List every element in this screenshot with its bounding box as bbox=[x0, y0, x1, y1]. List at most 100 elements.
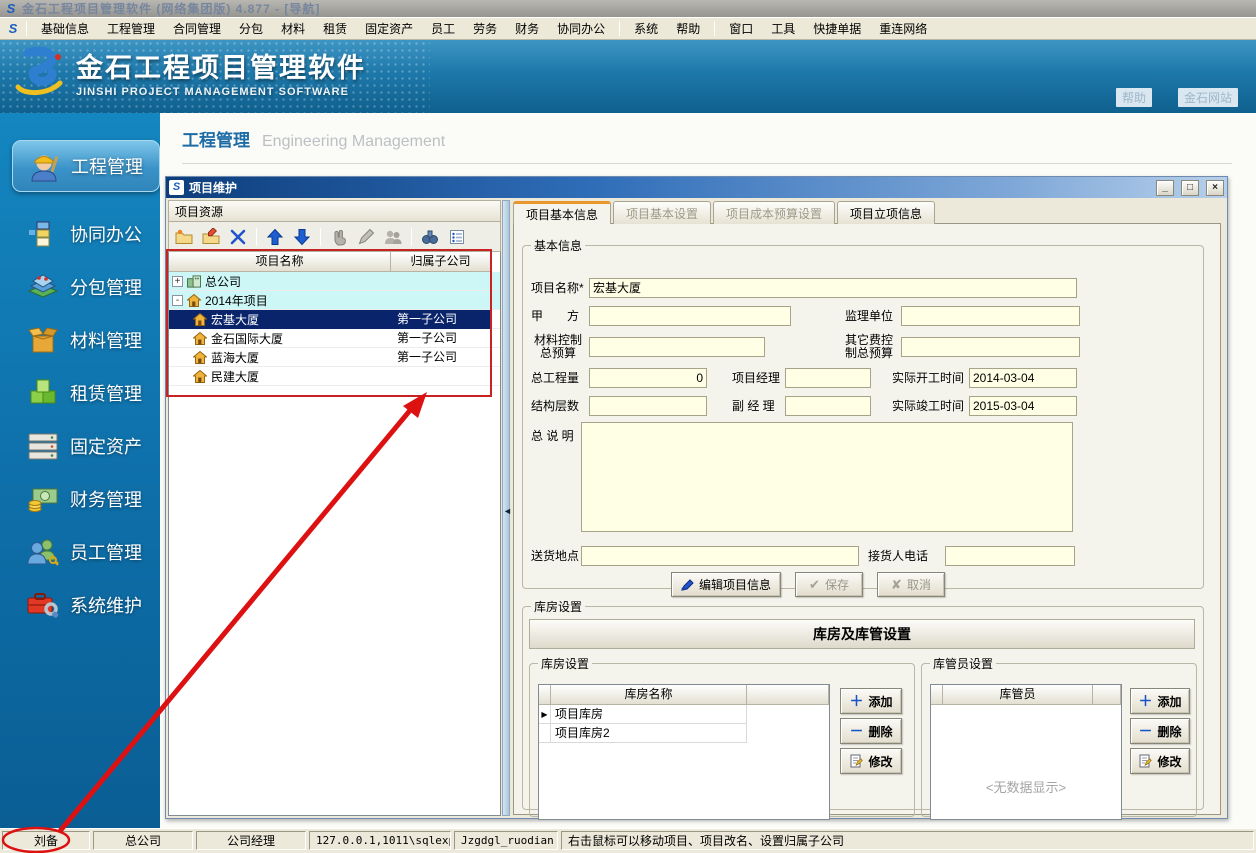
project-name-input[interactable]: 宏基大厦 bbox=[589, 278, 1077, 298]
menu-labor[interactable]: 劳务 bbox=[465, 18, 505, 39]
tab-cost-budget-settings[interactable]: 项目成本预算设置 bbox=[713, 201, 835, 224]
find-button[interactable] bbox=[419, 226, 441, 248]
menu-finance[interactable]: 财务 bbox=[507, 18, 547, 39]
minus-icon: － bbox=[849, 725, 863, 737]
status-current-user: 刘备 bbox=[2, 831, 90, 850]
tab-project-approval-info[interactable]: 项目立项信息 bbox=[837, 201, 935, 224]
dialog-titlebar[interactable]: S 项目维护 _ □ × bbox=[166, 177, 1227, 198]
menu-reconnect[interactable]: 重连网络 bbox=[871, 18, 935, 39]
storekeeper-add-button[interactable]: ＋添加 bbox=[1130, 688, 1190, 714]
panel-splitter[interactable]: ◄ bbox=[502, 200, 510, 816]
dialog-maximize-button[interactable]: □ bbox=[1181, 180, 1199, 196]
receiver-phone-input[interactable] bbox=[945, 546, 1075, 566]
banner-website-link[interactable]: 金石网站 bbox=[1178, 88, 1238, 107]
edit-project-button[interactable]: 编辑项目信息 bbox=[671, 572, 781, 597]
storeroom-column-header[interactable]: 库房名称 bbox=[551, 685, 747, 705]
tree-column-project-name[interactable]: 项目名称 bbox=[169, 252, 391, 272]
menu-lease[interactable]: 租赁 bbox=[315, 18, 355, 39]
party-a-input[interactable] bbox=[589, 306, 791, 326]
menu-window[interactable]: 窗口 bbox=[721, 18, 761, 39]
menu-collab[interactable]: 协同办公 bbox=[549, 18, 613, 39]
menu-contract[interactable]: 合同管理 bbox=[165, 18, 229, 39]
menu-engineering[interactable]: 工程管理 bbox=[99, 18, 163, 39]
menu-subcontract[interactable]: 分包 bbox=[231, 18, 271, 39]
tab-project-basic-info[interactable]: 项目基本信息 bbox=[513, 201, 611, 224]
tree-row-head-office[interactable]: + 总公司 bbox=[169, 272, 500, 291]
move-up-button[interactable] bbox=[264, 226, 286, 248]
menu-material[interactable]: 材料 bbox=[273, 18, 313, 39]
group-button[interactable] bbox=[382, 226, 404, 248]
description-textarea[interactable] bbox=[581, 422, 1073, 532]
sidebar-item-employee[interactable]: 员工管理 bbox=[0, 532, 160, 572]
toolbar-separator bbox=[320, 228, 321, 246]
storeroom-row[interactable]: 项目库房2 bbox=[539, 724, 829, 743]
tree-row-2014-projects[interactable]: - 2014年项目 bbox=[169, 291, 500, 310]
sidebar-item-label: 系统维护 bbox=[70, 592, 142, 618]
window-title: 金石工程项目管理软件 (网络集团版) 4.877 - [导航] bbox=[22, 0, 320, 17]
tree-row-project[interactable]: 蓝海大厦 第一子公司 bbox=[169, 348, 500, 367]
sidebar-item-subcontract[interactable]: 分包管理 bbox=[0, 267, 160, 307]
banner-help-link[interactable]: 帮助 bbox=[1116, 88, 1152, 107]
new-folder-button[interactable] bbox=[173, 226, 195, 248]
storeroom-add-button[interactable]: ＋添加 bbox=[840, 688, 902, 714]
storekeeper-table[interactable]: 库管员 <无数据显示> bbox=[930, 684, 1122, 820]
menu-help[interactable]: 帮助 bbox=[668, 18, 708, 39]
tree-row-project-selected[interactable]: 宏基大厦 第一子公司 bbox=[169, 310, 500, 329]
sidebar-item-collab-office[interactable]: 协同办公 bbox=[0, 214, 160, 254]
menu-basic-info[interactable]: 基础信息 bbox=[33, 18, 97, 39]
sidebar-item-lease[interactable]: 租赁管理 bbox=[0, 373, 160, 413]
storeroom-table[interactable]: 库房名称 ▶ 项目库房 bbox=[538, 684, 830, 820]
storeroom-modify-button[interactable]: 修改 bbox=[840, 748, 902, 774]
hand-tool-button[interactable] bbox=[328, 226, 350, 248]
project-manager-input[interactable] bbox=[785, 368, 871, 388]
expand-toggle[interactable]: + bbox=[172, 276, 183, 287]
deputy-manager-input[interactable] bbox=[785, 396, 871, 416]
material-budget-input[interactable] bbox=[589, 337, 765, 357]
floors-input[interactable] bbox=[589, 396, 707, 416]
sidebar-item-engineering[interactable]: 工程管理 bbox=[12, 140, 160, 192]
sidebar-item-finance[interactable]: 财务管理 bbox=[0, 479, 160, 519]
dialog-minimize-button[interactable]: _ bbox=[1156, 180, 1174, 196]
checklist-button[interactable] bbox=[446, 226, 468, 248]
total-quantity-input[interactable]: 0 bbox=[589, 368, 707, 388]
statusbar: 刘备 总公司 公司经理 127.0.0.1,1011\sqlexpr Jzgdg… bbox=[0, 828, 1256, 853]
delete-node-button[interactable] bbox=[227, 226, 249, 248]
supervisor-input[interactable] bbox=[901, 306, 1080, 326]
cancel-button[interactable]: ✘ 取消 bbox=[877, 572, 945, 597]
move-down-button[interactable] bbox=[291, 226, 313, 248]
fixed-assets-icon bbox=[26, 430, 60, 462]
storekeeper-modify-button[interactable]: 修改 bbox=[1130, 748, 1190, 774]
sidebar-item-system[interactable]: 系统维护 bbox=[0, 585, 160, 625]
hand-icon bbox=[330, 228, 348, 246]
storekeeper-column-header[interactable]: 库管员 bbox=[943, 685, 1093, 705]
expand-toggle[interactable]: - bbox=[172, 295, 183, 306]
other-budget-label: 其它费控 制总预算 bbox=[841, 334, 897, 360]
end-date-input[interactable]: 2015-03-04 bbox=[969, 396, 1077, 416]
dialog-app-icon: S bbox=[169, 180, 184, 195]
delivery-address-input[interactable] bbox=[581, 546, 859, 566]
tree-row-project[interactable]: 民建大厦 bbox=[169, 367, 500, 386]
storeroom-row[interactable]: ▶ 项目库房 bbox=[539, 705, 829, 724]
storekeeper-remove-button[interactable]: －删除 bbox=[1130, 718, 1190, 744]
menu-tools[interactable]: 工具 bbox=[763, 18, 803, 39]
tree-column-subsidiary[interactable]: 归属子公司 bbox=[391, 252, 491, 272]
status-company: 总公司 bbox=[93, 831, 193, 850]
tree-row-project[interactable]: 金石国际大厦 第一子公司 bbox=[169, 329, 500, 348]
save-button[interactable]: ✔ 保存 bbox=[795, 572, 863, 597]
sidebar-item-fixed-assets[interactable]: 固定资产 bbox=[0, 426, 160, 466]
menu-separator bbox=[714, 21, 715, 36]
menu-fixed-assets[interactable]: 固定资产 bbox=[357, 18, 421, 39]
dialog-close-button[interactable]: × bbox=[1206, 180, 1224, 196]
project-house-icon bbox=[193, 351, 207, 364]
menu-system[interactable]: 系统 bbox=[626, 18, 666, 39]
total-quantity-label: 总工程量 bbox=[531, 368, 579, 388]
tab-project-basic-settings[interactable]: 项目基本设置 bbox=[613, 201, 711, 224]
other-budget-input[interactable] bbox=[901, 337, 1080, 357]
sidebar-item-material[interactable]: 材料管理 bbox=[0, 320, 160, 360]
rename-folder-button[interactable] bbox=[200, 226, 222, 248]
menu-employee[interactable]: 员工 bbox=[423, 18, 463, 39]
edit-pencil-button[interactable] bbox=[355, 226, 377, 248]
storeroom-remove-button[interactable]: －删除 bbox=[840, 718, 902, 744]
start-date-input[interactable]: 2014-03-04 bbox=[969, 368, 1077, 388]
menu-quick-docs[interactable]: 快捷单据 bbox=[805, 18, 869, 39]
